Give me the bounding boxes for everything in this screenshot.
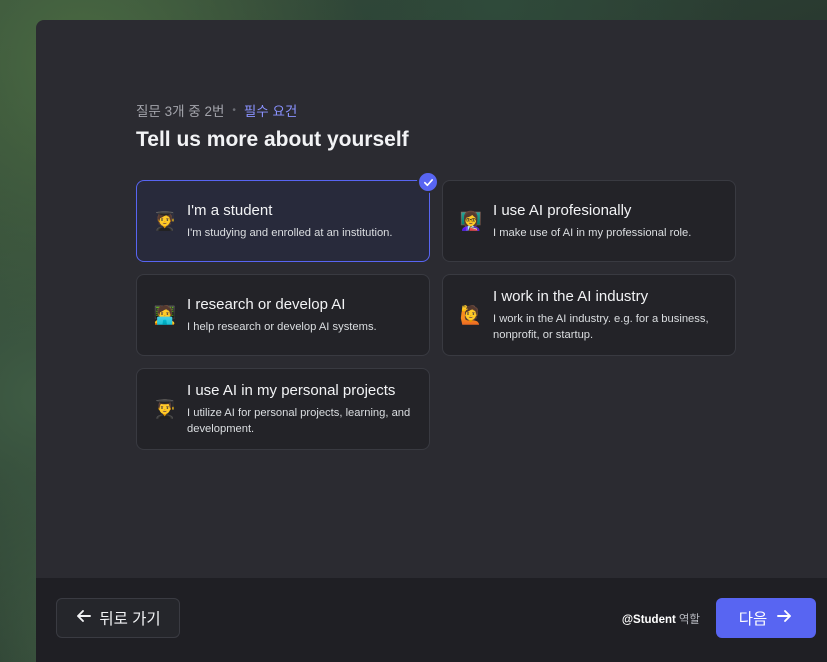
option-card-personal[interactable]: 👨‍🎓 I use AI in my personal projects I u… bbox=[136, 368, 430, 450]
role-name: @Student bbox=[621, 614, 676, 626]
option-description: I help research or develop AI systems. bbox=[187, 320, 377, 333]
option-description: I make use of AI in my professional role… bbox=[493, 226, 692, 239]
graduate-icon: 👨‍🎓 bbox=[153, 399, 177, 419]
back-button-label: 뒤로 가기 bbox=[99, 611, 161, 628]
checkmark-icon bbox=[417, 171, 439, 193]
step-counter: 질문 3개 중 2번 bbox=[136, 104, 225, 119]
option-title: I'm a student bbox=[187, 201, 273, 219]
required-label: 필수 요건 bbox=[243, 104, 298, 119]
option-card-student[interactable]: 🧑‍🎓 I'm a student I'm studying and enrol… bbox=[136, 171, 439, 262]
teacher-icon: 👩‍🏫 bbox=[459, 211, 483, 231]
next-button-label: 다음 bbox=[738, 611, 768, 628]
question-progress: 질문 3개 중 2번 • 필수 요건 bbox=[136, 100, 297, 120]
option-description: I'm studying and enrolled at an institut… bbox=[187, 226, 393, 239]
next-button[interactable]: 다음 bbox=[716, 598, 816, 638]
student-icon: 🧑‍🎓 bbox=[153, 211, 177, 231]
role-label: @Student 역할 bbox=[622, 611, 700, 627]
option-title: I use AI in my personal projects bbox=[187, 381, 396, 399]
option-description: I work in the AI industry. e.g. for a bu… bbox=[493, 312, 709, 341]
technologist-icon: 🧑‍💻 bbox=[153, 305, 177, 325]
option-card-professional[interactable]: 👩‍🏫 I use AI profesionally I make use of… bbox=[442, 180, 736, 262]
back-button[interactable]: 뒤로 가기 bbox=[56, 598, 180, 638]
option-card-researcher[interactable]: 🧑‍💻 I research or develop AI I help rese… bbox=[136, 274, 430, 356]
raising-hand-icon: 🙋 bbox=[459, 305, 483, 325]
role-suffix: 역할 bbox=[678, 614, 700, 626]
onboarding-modal: 질문 3개 중 2번 • 필수 요건 Tell us more about yo… bbox=[36, 20, 827, 662]
option-description: I utilize AI for personal projects, lear… bbox=[187, 406, 411, 435]
arrow-right-icon bbox=[775, 607, 793, 630]
option-title: I research or develop AI bbox=[187, 295, 346, 313]
option-title: I use AI profesionally bbox=[493, 201, 632, 219]
question-title: Tell us more about yourself bbox=[136, 128, 409, 151]
option-card-industry[interactable]: 🙋 I work in the AI industry I work in th… bbox=[442, 274, 736, 356]
modal-footer: 뒤로 가기 @Student 역할 다음 bbox=[36, 578, 827, 662]
step-separator: • bbox=[232, 104, 236, 116]
option-title: I work in the AI industry bbox=[493, 287, 649, 305]
arrow-left-icon bbox=[75, 607, 93, 630]
